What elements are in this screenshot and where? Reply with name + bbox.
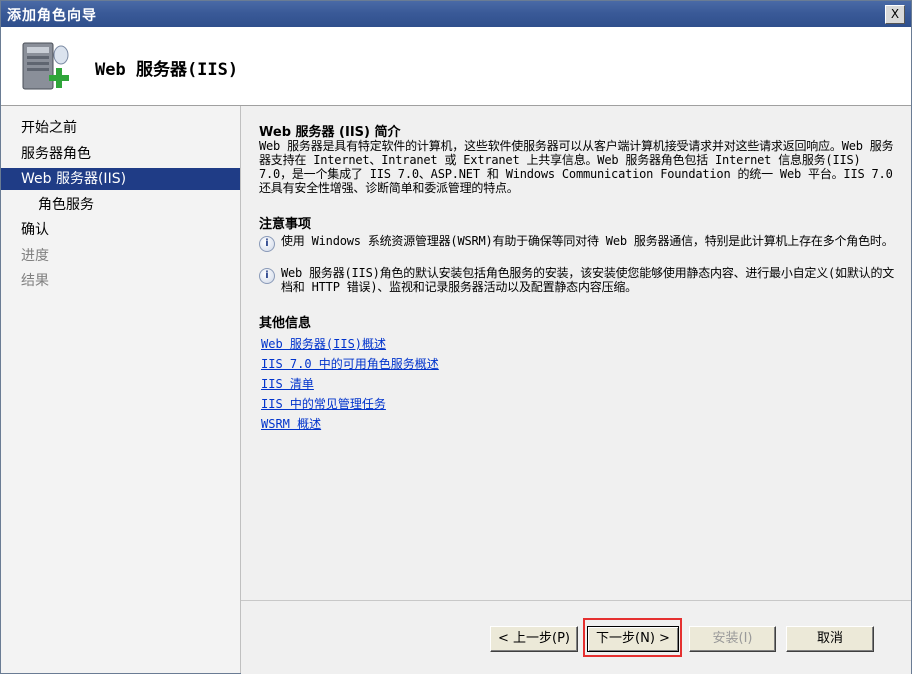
- title-bar[interactable]: 添加角色向导 X: [1, 1, 911, 27]
- link-iis-common-tasks[interactable]: IIS 中的常见管理任务: [261, 395, 386, 412]
- step-label: 进度: [21, 248, 49, 264]
- info-icon: i: [259, 236, 275, 252]
- step-label: 开始之前: [21, 120, 77, 136]
- step-label: 服务器角色: [21, 146, 91, 162]
- step-label: 结果: [21, 273, 49, 289]
- step-role-services[interactable]: 角色服务: [1, 194, 240, 216]
- link-iis-overview[interactable]: Web 服务器(IIS)概述: [261, 335, 386, 352]
- notes-heading: 注意事项: [259, 217, 312, 232]
- window-title: 添加角色向导: [7, 8, 97, 24]
- step-label: 角色服务: [38, 197, 94, 213]
- cancel-button[interactable]: 取消: [786, 626, 874, 652]
- step-web-server-iis[interactable]: Web 服务器(IIS): [1, 168, 240, 190]
- step-before-you-begin[interactable]: 开始之前: [1, 117, 240, 139]
- step-label: 确认: [21, 222, 49, 238]
- more-info-heading: 其他信息: [259, 316, 312, 331]
- wizard-steps-sidebar: 开始之前 服务器角色 Web 服务器(IIS) 角色服务 确认 进度 结果: [1, 106, 241, 673]
- wizard-header: Web 服务器(IIS): [1, 27, 911, 106]
- step-label: Web 服务器(IIS): [21, 171, 127, 187]
- link-iis-checklist[interactable]: IIS 清单: [261, 375, 314, 392]
- next-button-highlight: [583, 618, 682, 657]
- info-icon: i: [259, 268, 275, 284]
- install-button: 安装(I): [689, 626, 776, 652]
- intro-heading: Web 服务器 (IIS) 简介: [259, 125, 401, 140]
- wizard-footer: < 上一步(P) 下一步(N) > 安装(I) 取消: [241, 600, 911, 674]
- step-confirmation[interactable]: 确认: [1, 219, 240, 241]
- back-button[interactable]: < 上一步(P): [490, 626, 578, 652]
- note-text: 使用 Windows 系统资源管理器(WSRM)有助于确保等同对待 Web 服务…: [281, 234, 894, 248]
- add-roles-wizard-window: 添加角色向导 X Web 服务器(IIS) 开始之前 服务器角色 Web 服务器…: [0, 0, 912, 674]
- note-text: Web 服务器(IIS)角色的默认安装包括角色服务的安装，该安装使您能够使用静态…: [281, 266, 895, 294]
- step-server-roles[interactable]: 服务器角色: [1, 143, 240, 165]
- close-button[interactable]: X: [885, 5, 905, 24]
- server-add-icon: [22, 42, 69, 90]
- step-results: 结果: [1, 270, 240, 292]
- main-content: Web 服务器 (IIS) 简介 Web 服务器是具有特定软件的计算机，这些软件…: [241, 106, 911, 600]
- intro-paragraph: Web 服务器是具有特定软件的计算机，这些软件使服务器可以从客户端计算机接受请求…: [259, 139, 894, 195]
- close-icon: X: [890, 7, 900, 21]
- step-progress: 进度: [1, 245, 240, 267]
- link-wsrm-overview[interactable]: WSRM 概述: [261, 415, 321, 432]
- page-title: Web 服务器(IIS): [95, 60, 239, 80]
- link-iis7-role-services[interactable]: IIS 7.0 中的可用角色服务概述: [261, 355, 439, 372]
